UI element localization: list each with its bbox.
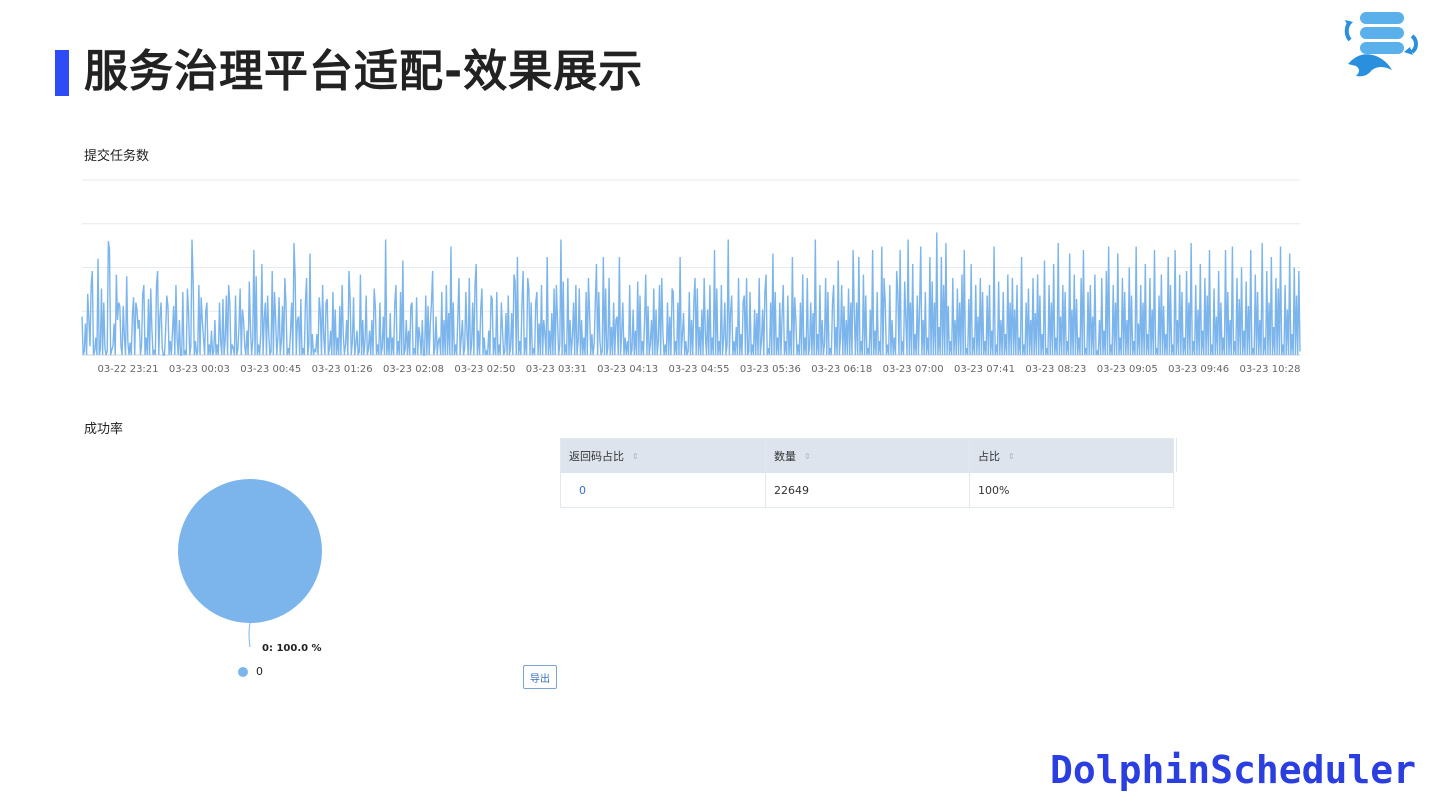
x-tick-label: 03-23 03:31 bbox=[526, 364, 587, 375]
x-tick-label: 03-23 00:45 bbox=[240, 364, 301, 375]
column-header-count[interactable]: 数量 ⇕ bbox=[765, 439, 969, 473]
dolphinscheduler-logo-icon bbox=[1320, 0, 1424, 84]
data-label-connector bbox=[248, 622, 251, 648]
x-tick-label: 03-22 23:21 bbox=[97, 364, 158, 375]
legend-marker bbox=[238, 666, 248, 677]
pie-data-label: 0: 100.0 % bbox=[262, 643, 322, 654]
legend-label: 0 bbox=[256, 665, 263, 678]
pie-chart: 0: 100.0 % bbox=[178, 479, 322, 654]
sort-icon[interactable]: ⇕ bbox=[1008, 452, 1015, 460]
line-chart: 03-22 23:21 03-23 00:03 03-23 00:45 03-23 0… bbox=[81, 179, 1301, 375]
slide-title: 服务治理平台适配-效果展示 bbox=[84, 46, 644, 97]
column-header-label: 占比 bbox=[978, 450, 1000, 463]
title-accent-bar bbox=[55, 50, 69, 96]
x-tick-label: 03-23 10:28 bbox=[1239, 364, 1300, 375]
x-tick-label: 03-23 01:26 bbox=[312, 364, 373, 375]
pie-legend[interactable]: 0 bbox=[238, 665, 263, 678]
table-scroll-edge bbox=[1176, 438, 1177, 472]
column-header-label: 数量 bbox=[774, 450, 796, 463]
success-rate-title: 成功率 bbox=[84, 422, 124, 437]
x-tick-label: 03-23 06:18 bbox=[811, 364, 872, 375]
x-tick-label: 03-23 00:03 bbox=[169, 364, 230, 375]
x-tick-label: 03-23 04:55 bbox=[668, 364, 729, 375]
sort-icon[interactable]: ⇕ bbox=[804, 452, 811, 460]
export-button[interactable]: 导出 bbox=[523, 665, 557, 689]
x-tick-label: 03-23 02:50 bbox=[454, 364, 515, 375]
x-tick-label: 03-23 08:23 bbox=[1025, 364, 1086, 375]
x-tick-label: 03-23 07:00 bbox=[883, 364, 944, 375]
pie-slice[interactable] bbox=[178, 479, 322, 623]
table-row: 0 22649 100% bbox=[561, 473, 1173, 507]
x-tick-label: 03-23 07:41 bbox=[954, 364, 1015, 375]
series-line bbox=[81, 232, 1301, 356]
x-tick-label: 03-23 04:13 bbox=[597, 364, 658, 375]
column-header-label: 返回码占比 bbox=[569, 450, 624, 463]
sort-icon[interactable]: ⇕ bbox=[632, 452, 639, 460]
table-header-row: 返回码占比 ⇕ 数量 ⇕ 占比 ⇕ bbox=[561, 439, 1173, 473]
x-tick-label: 03-23 09:05 bbox=[1097, 364, 1158, 375]
x-tick-label: 03-23 09:46 bbox=[1168, 364, 1229, 375]
cell-count: 22649 bbox=[765, 473, 969, 507]
x-tick-label: 03-23 05:36 bbox=[740, 364, 801, 375]
x-tick-label: 03-23 02:08 bbox=[383, 364, 444, 375]
cell-ratio: 100% bbox=[969, 473, 1173, 507]
return-code-table: 返回码占比 ⇕ 数量 ⇕ 占比 ⇕ 0 22649 100% bbox=[560, 438, 1174, 508]
cell-return-code: 0 bbox=[579, 483, 586, 497]
brand-wordmark: DolphinScheduler bbox=[1050, 748, 1417, 792]
column-header-ratio[interactable]: 占比 ⇕ bbox=[969, 439, 1173, 473]
column-header-return-code[interactable]: 返回码占比 ⇕ bbox=[561, 439, 765, 473]
